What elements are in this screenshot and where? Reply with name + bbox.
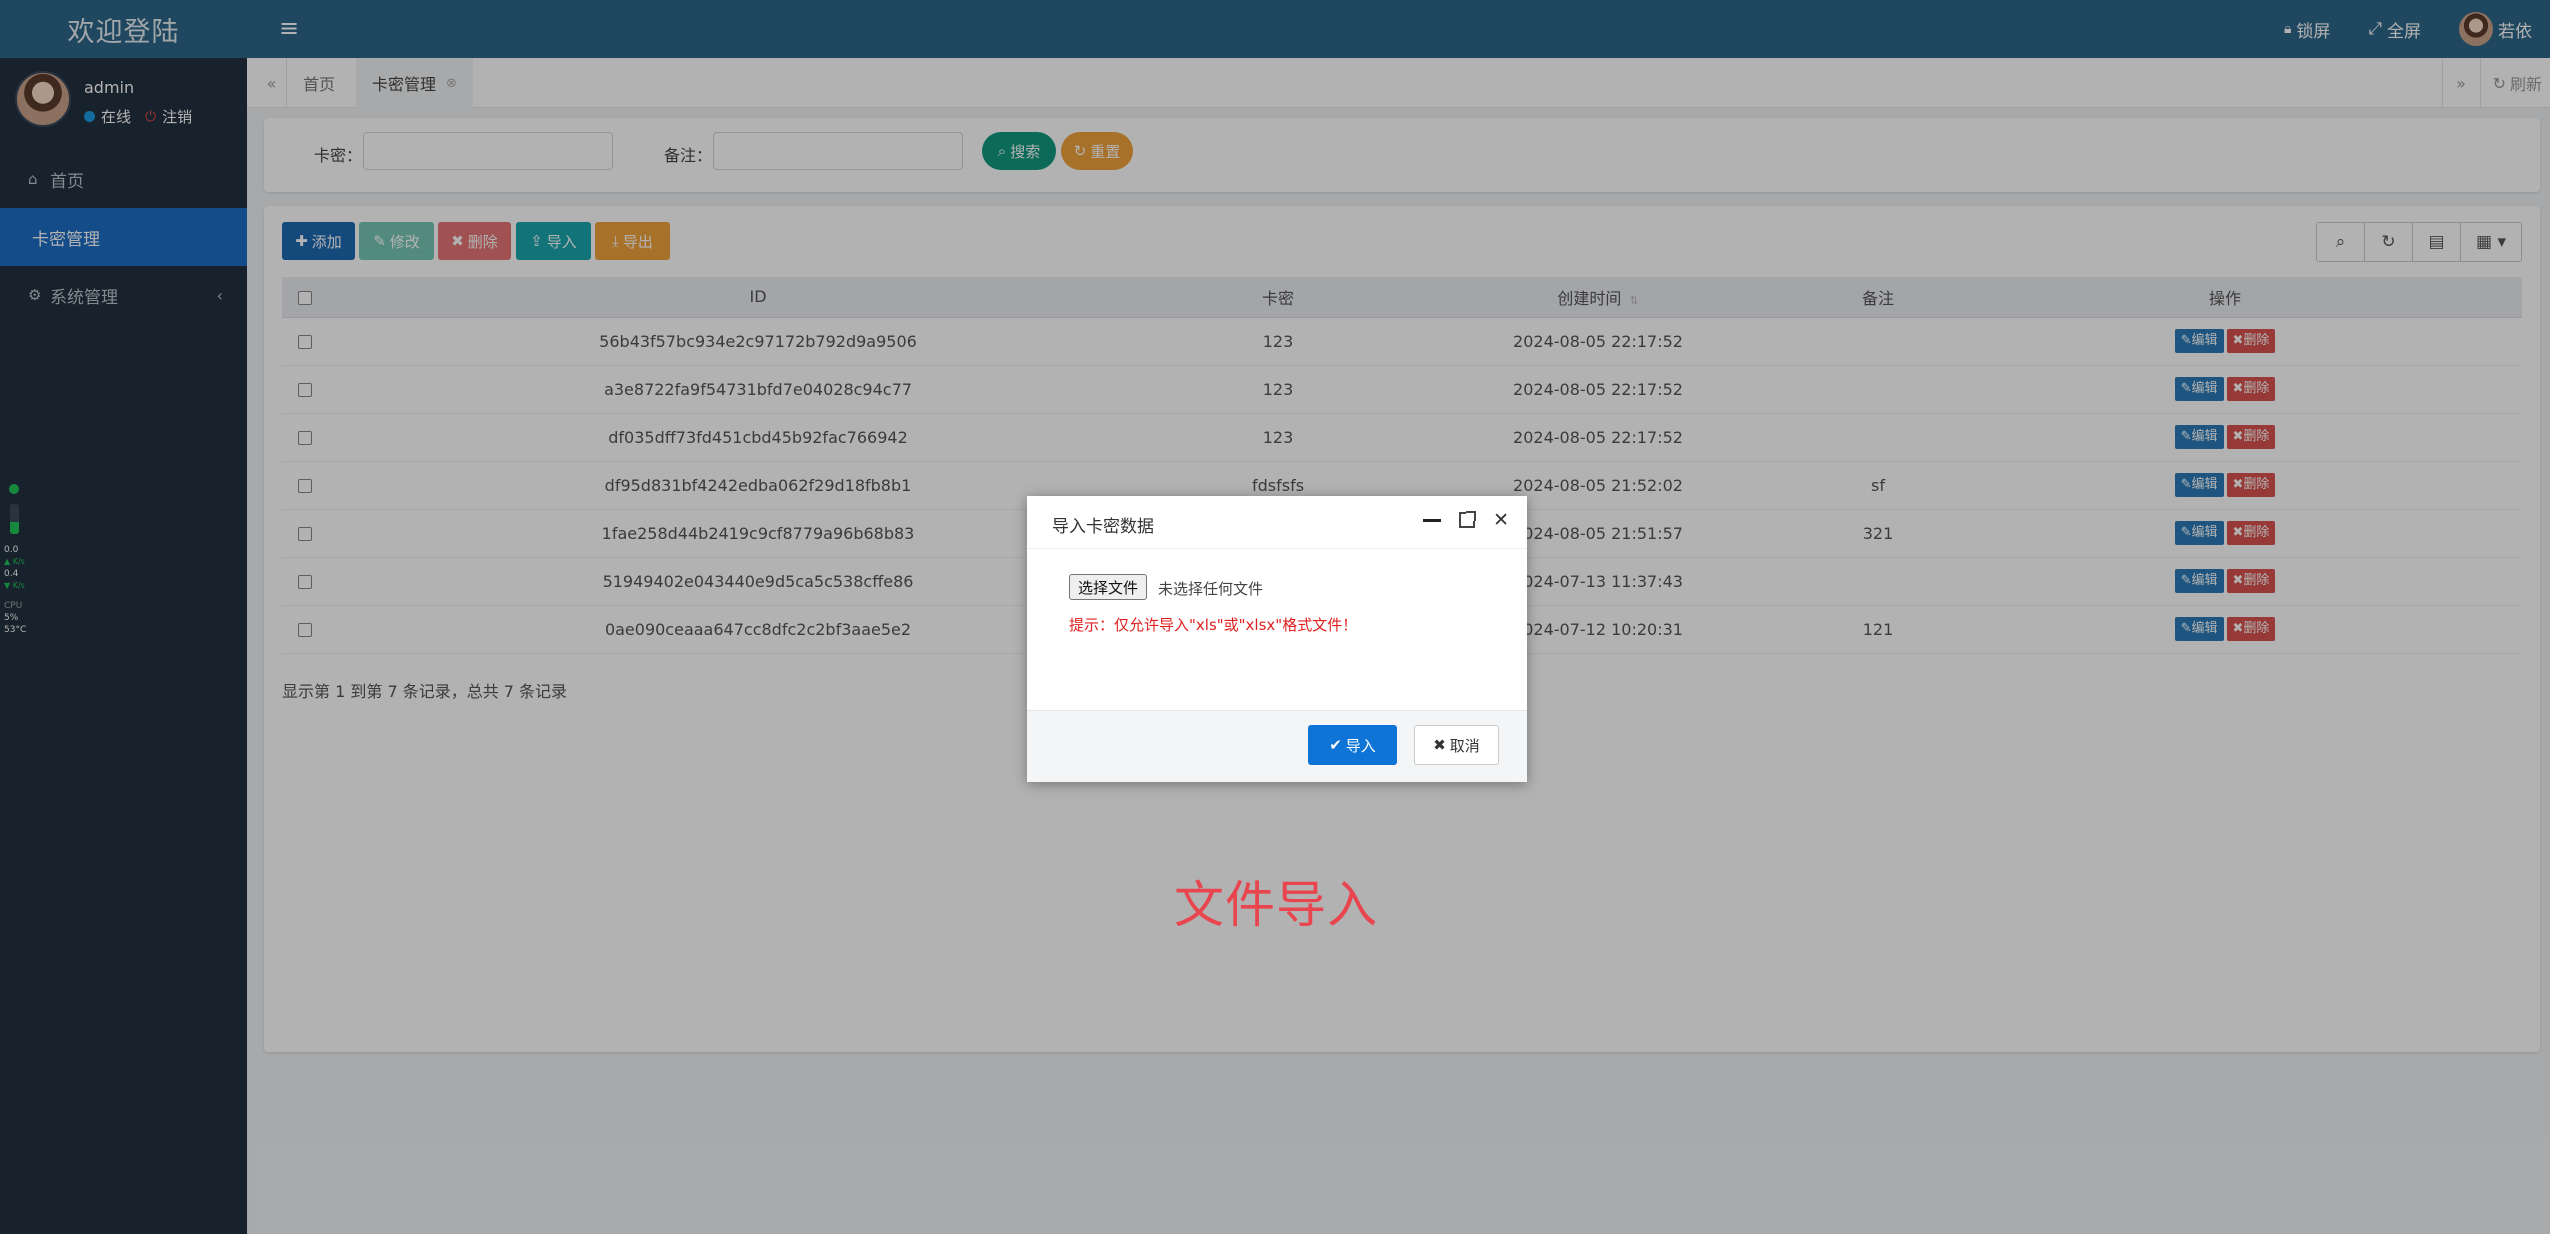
cancel-button[interactable]: ✖ 取消 <box>1414 725 1499 765</box>
dialog-controls: ✕ <box>1423 509 1509 531</box>
dialog-footer: ✔ 导入 ✖ 取消 <box>1027 710 1527 782</box>
close-icon: ✖ <box>1433 736 1446 754</box>
watermark-text: 文件导入 <box>1174 876 1378 934</box>
dialog-title: 导入卡密数据 <box>1052 517 1154 537</box>
check-icon: ✔ <box>1329 736 1342 754</box>
close-icon[interactable]: ✕ <box>1493 509 1509 531</box>
dialog-header: 导入卡密数据 ✕ <box>1027 496 1527 549</box>
file-status: 未选择任何文件 <box>1158 580 1264 598</box>
import-confirm-button[interactable]: ✔ 导入 <box>1308 725 1397 765</box>
minimize-icon[interactable] <box>1423 518 1442 522</box>
import-dialog: 导入卡密数据 ✕ 选择文件 未选择任何文件 提示：仅允许导入"xls"或"xls… <box>1027 496 1527 782</box>
choose-file-button[interactable]: 选择文件 <box>1069 574 1148 600</box>
import-tip: 提示：仅允许导入"xls"或"xlsx"格式文件！ <box>1069 616 1358 634</box>
maximize-icon[interactable] <box>1459 511 1477 528</box>
dialog-body: 选择文件 未选择任何文件 提示：仅允许导入"xls"或"xlsx"格式文件！ <box>1027 549 1527 710</box>
